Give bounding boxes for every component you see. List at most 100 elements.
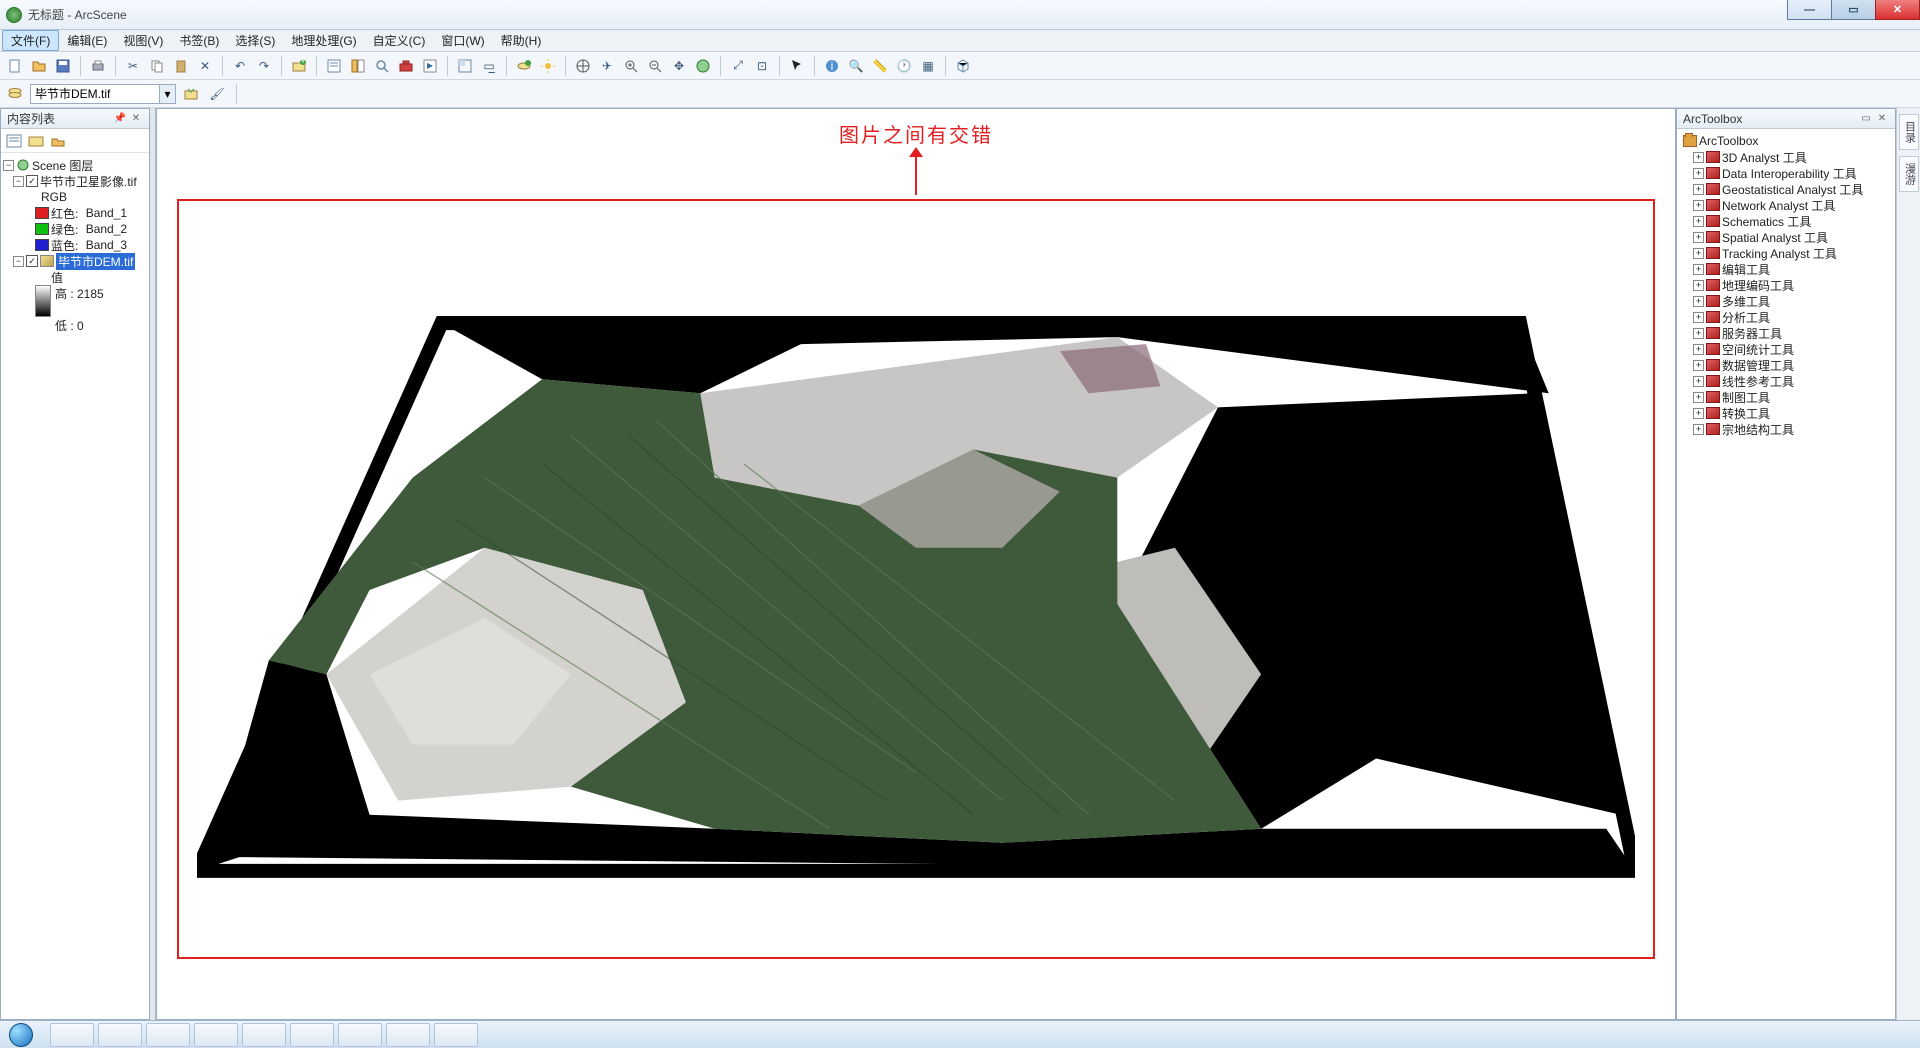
minimize-button[interactable]: — [1787,0,1832,20]
menu-window[interactable]: 窗口(W) [433,30,492,51]
arctoolbox-item[interactable]: +制图工具 [1679,389,1893,405]
arctoolbox-item[interactable]: +数据管理工具 [1679,357,1893,373]
toolbox-button[interactable] [395,55,417,77]
menu-selection[interactable]: 选择(S) [227,30,283,51]
cube-button[interactable] [952,55,974,77]
checkbox-icon[interactable]: ✓ [26,175,38,187]
arctoolbox-item[interactable]: +空间统计工具 [1679,341,1893,357]
expander-icon[interactable]: + [1693,216,1704,227]
menu-customize[interactable]: 自定义(C) [365,30,434,51]
arctoolbox-root-row[interactable]: ArcToolbox [1679,133,1893,149]
arctoolbox-item[interactable]: +3D Analyst 工具 [1679,149,1893,165]
sun-button[interactable] [537,55,559,77]
start-button[interactable] [0,1021,42,1049]
menu-bookmarks[interactable]: 书签(B) [171,30,227,51]
zoom-in-button[interactable] [620,55,642,77]
select-button[interactable] [786,55,808,77]
animation-button[interactable]: ▦ [917,55,939,77]
undo-button[interactable]: ↶ [229,55,251,77]
toc-close-icon[interactable]: ✕ [129,112,143,126]
arctoolbox-item[interactable]: +地理编码工具 [1679,277,1893,293]
menu-edit[interactable]: 编辑(E) [59,30,115,51]
expander-icon[interactable]: − [3,160,14,171]
arctoolbox-item[interactable]: +Network Analyst 工具 [1679,197,1893,213]
maximize-button[interactable]: ▭ [1831,0,1876,20]
expander-icon[interactable]: − [13,256,24,267]
expander-icon[interactable]: + [1693,232,1704,243]
measure-button[interactable]: 📏 [869,55,891,77]
zoom-out-button[interactable] [644,55,666,77]
redo-button[interactable]: ↷ [253,55,275,77]
arctoolbox-item[interactable]: +线性参考工具 [1679,373,1893,389]
menu-help[interactable]: 帮助(H) [493,30,550,51]
toc-root-row[interactable]: − Scene 图层 [3,157,147,173]
restore-button[interactable]: ▭̲ [478,55,500,77]
combo-dropdown-icon[interactable]: ▾ [160,84,176,104]
catalog-button[interactable] [347,55,369,77]
taskbar-pin[interactable] [386,1023,430,1047]
nav-button[interactable] [572,55,594,77]
expander-icon[interactable]: + [1693,376,1704,387]
arctoolbox-item[interactable]: +Data Interoperability 工具 [1679,165,1893,181]
add-data-button[interactable]: + [288,55,310,77]
toc-list-by-selection-icon[interactable] [49,132,67,150]
expander-icon[interactable]: + [1693,184,1704,195]
arctoolbox-item[interactable]: +Spatial Analyst 工具 [1679,229,1893,245]
taskbar-pin[interactable] [50,1023,94,1047]
expander-icon[interactable]: + [1693,392,1704,403]
menu-view[interactable]: 视图(V) [115,30,171,51]
arctoolbox-item[interactable]: +分析工具 [1679,309,1893,325]
expander-icon[interactable]: + [1693,344,1704,355]
taskbar-pin[interactable] [98,1023,142,1047]
expander-icon[interactable]: + [1693,152,1704,163]
expander-icon[interactable]: + [1693,248,1704,259]
fly-button[interactable]: ✈ [596,55,618,77]
print-button[interactable] [87,55,109,77]
close-button[interactable]: ✕ [1875,0,1920,20]
arctoolbox-item[interactable]: +服务器工具 [1679,325,1893,341]
brush-button[interactable]: 🖌 [206,83,228,105]
expander-icon[interactable]: + [1693,424,1704,435]
menu-file[interactable]: 文件(F) [2,30,59,51]
time-button[interactable]: 🕐 [893,55,915,77]
arctoolbox-close-icon[interactable]: ✕ [1875,112,1889,126]
save-button[interactable] [52,55,74,77]
taskbar-pin[interactable] [338,1023,382,1047]
arctoolbox-item[interactable]: +Geostatistical Analyst 工具 [1679,181,1893,197]
add-layer-button[interactable] [513,55,535,77]
new-button[interactable] [4,55,26,77]
arctoolbox-tree[interactable]: ArcToolbox +3D Analyst 工具+Data Interoper… [1677,129,1895,1019]
expander-icon[interactable]: − [13,176,24,187]
arctoolbox-item[interactable]: +宗地结构工具 [1679,421,1893,437]
util-tab-catalog[interactable]: 目录 [1899,114,1919,150]
arctoolbox-item[interactable]: +Tracking Analyst 工具 [1679,245,1893,261]
toc-tree[interactable]: − Scene 图层 − ✓ 毕节市卫星影像.tif RGB 红色: Band_… [1,153,149,1019]
scene-viewport[interactable]: 图片之间有交错 [156,108,1676,1020]
util-tab-roam[interactable]: 漫游 [1899,156,1919,192]
field-button[interactable]: ⊡ [751,55,773,77]
expander-icon[interactable]: + [1693,264,1704,275]
delete-button[interactable]: ✕ [194,55,216,77]
expand-button[interactable]: ⤢ [727,55,749,77]
arctoolbox-item[interactable]: +转换工具 [1679,405,1893,421]
expander-icon[interactable]: + [1693,360,1704,371]
toc-button[interactable] [323,55,345,77]
taskbar-pin[interactable] [194,1023,238,1047]
arctoolbox-item[interactable]: +编辑工具 [1679,261,1893,277]
layer-combo[interactable]: 毕节市DEM.tif [30,84,160,104]
toc-list-by-drawing-icon[interactable] [5,132,23,150]
center-button[interactable]: ✥ [668,55,690,77]
expander-icon[interactable]: + [1693,280,1704,291]
toc-layer2-row[interactable]: − ✓ 毕节市DEM.tif [3,253,147,269]
taskbar-pin[interactable] [434,1023,478,1047]
expander-icon[interactable]: + [1693,200,1704,211]
python-button[interactable]: ▸ [419,55,441,77]
arctoolbox-item[interactable]: +多维工具 [1679,293,1893,309]
expander-icon[interactable]: + [1693,328,1704,339]
cut-button[interactable]: ✂ [122,55,144,77]
open-button[interactable] [28,55,50,77]
expander-icon[interactable]: + [1693,168,1704,179]
expander-icon[interactable]: + [1693,312,1704,323]
subwindow-button[interactable] [454,55,476,77]
taskbar-pin[interactable] [242,1023,286,1047]
